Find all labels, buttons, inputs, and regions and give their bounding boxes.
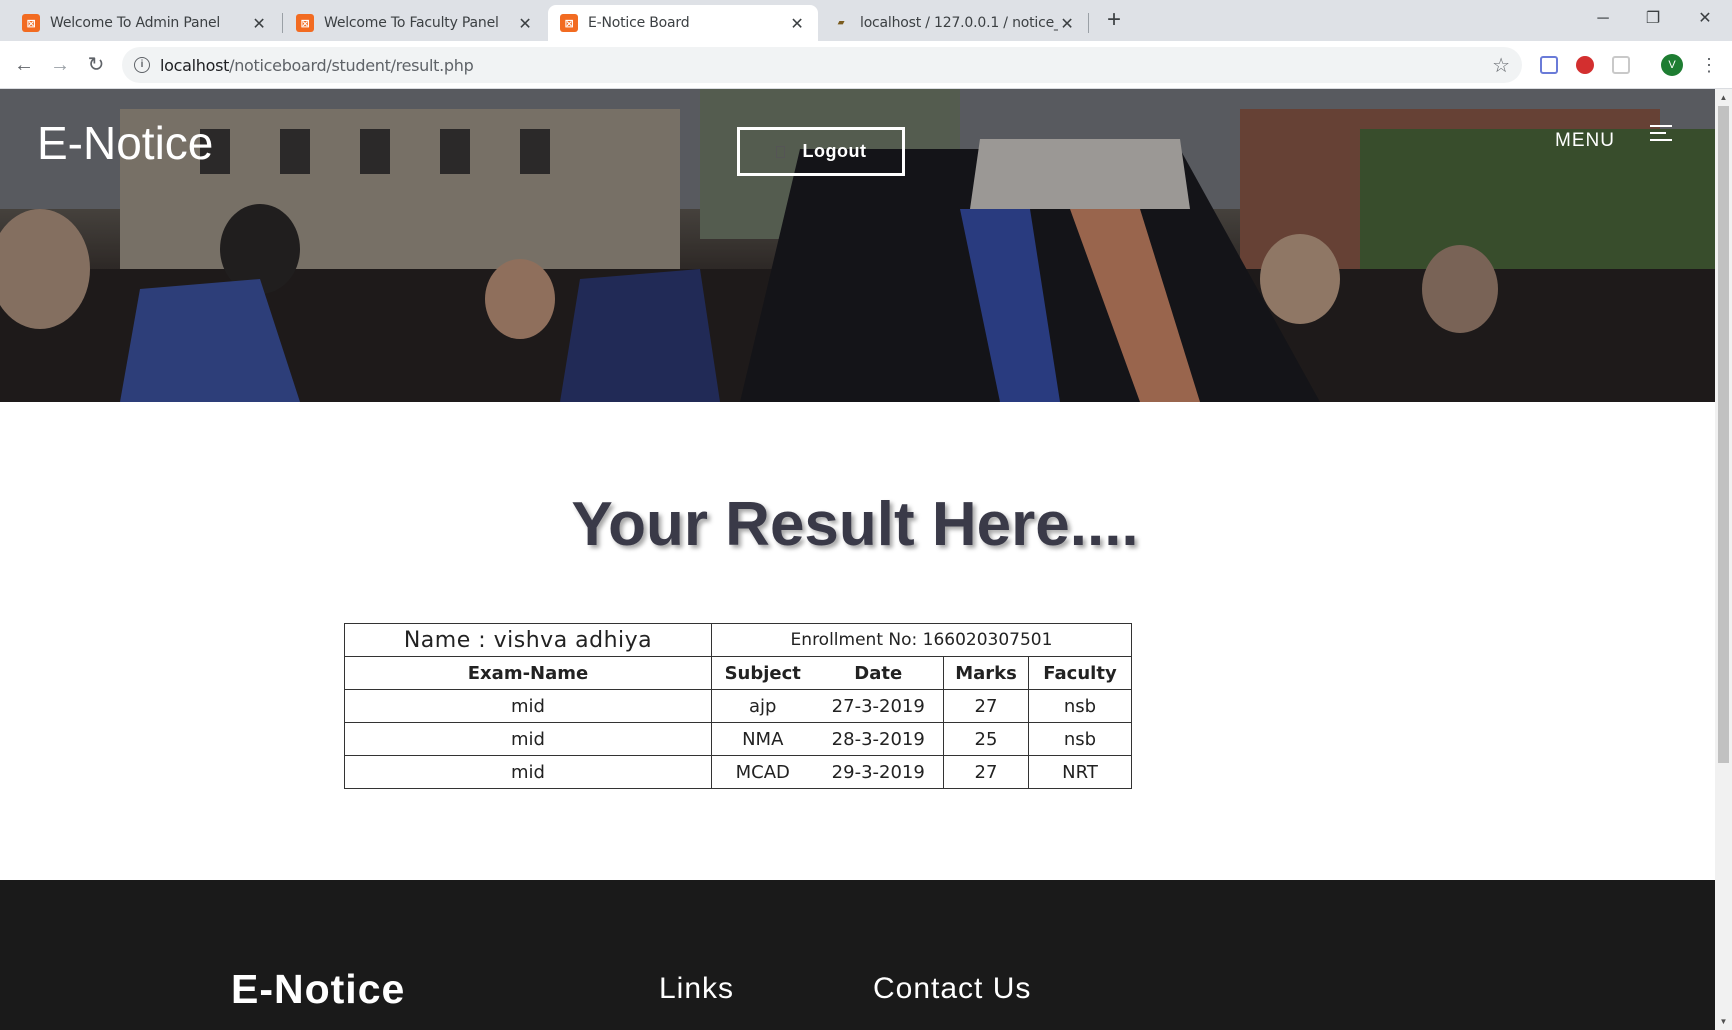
- table-row: mid NMA 28-3-2019 25 nsb: [344, 722, 1132, 756]
- tab-title: Welcome To Admin Panel: [50, 15, 221, 31]
- table-header-row: Exam-Name Subject Date Marks Faculty: [344, 656, 1132, 690]
- back-arrow-icon[interactable]: ←: [8, 49, 40, 81]
- column-header: Date: [813, 656, 944, 690]
- tab-e-notice-board[interactable]: ⊠ E-Notice Board ✕: [548, 5, 818, 41]
- page-scrollbar[interactable]: ▲ ▼: [1715, 89, 1732, 1030]
- table-row: mid MCAD 29-3-2019 27 NRT: [344, 755, 1132, 789]
- tab-separator: [282, 13, 283, 33]
- window-close-icon[interactable]: ✕: [1680, 0, 1730, 38]
- table-cell: NMA: [711, 722, 814, 756]
- column-header: Faculty: [1028, 656, 1132, 690]
- tab-faculty-panel[interactable]: ⊠ Welcome To Faculty Panel ✕: [284, 5, 546, 41]
- tab-admin-panel[interactable]: ⊠ Welcome To Admin Panel ✕: [10, 5, 280, 41]
- url-bar[interactable]: i localhost/noticeboard/student/result.p…: [122, 47, 1522, 83]
- extension-icon[interactable]: [1540, 56, 1558, 74]
- table-cell: 27: [943, 755, 1029, 789]
- table-cell: mid: [344, 755, 712, 789]
- info-icon[interactable]: i: [134, 57, 150, 73]
- minimize-icon[interactable]: ─: [1578, 0, 1628, 38]
- enrollment-cell: Enrollment No: 166020307501: [711, 623, 1132, 657]
- tab-phpmyadmin[interactable]: ▰ localhost / 127.0.0.1 / notice_boa ✕: [820, 5, 1088, 41]
- logout-label: Logout: [802, 141, 867, 161]
- table-cell: nsb: [1028, 722, 1132, 756]
- student-info-row: Name : vishva adhiya Enrollment No: 1660…: [344, 623, 1132, 657]
- footer-contact-heading: Contact Us: [873, 972, 1032, 1005]
- table-cell: mid: [344, 722, 712, 756]
- close-icon[interactable]: ✕: [1058, 14, 1076, 33]
- xampp-icon: ⊠: [22, 14, 40, 32]
- browser-tab-strip: ⊠ Welcome To Admin Panel ✕ ⊠ Welcome To …: [0, 0, 1732, 41]
- extension-icon[interactable]: [1612, 56, 1630, 74]
- table-cell: 25: [943, 722, 1029, 756]
- tab-title: E-Notice Board: [588, 15, 690, 31]
- reload-icon[interactable]: ↻: [80, 49, 112, 81]
- table-cell: 27: [943, 689, 1029, 723]
- new-tab-button[interactable]: +: [1100, 7, 1128, 35]
- table-cell: ajp: [711, 689, 814, 723]
- table-cell: mid: [344, 689, 712, 723]
- footer-links-heading: Links: [659, 972, 735, 1005]
- footer-logo[interactable]: E-Notice: [231, 966, 405, 1013]
- menu-toggle-label[interactable]: MENU: [1555, 130, 1615, 152]
- logout-icon: [775, 145, 785, 158]
- address-toolbar: ← → ↻ i localhost/noticeboard/student/re…: [0, 41, 1732, 89]
- url-path: /noticeboard/student/result.php: [229, 55, 474, 75]
- site-logo[interactable]: E-Notice: [37, 116, 213, 170]
- tab-title: Welcome To Faculty Panel: [324, 15, 499, 31]
- page-title: Your Result Here....: [571, 490, 1139, 559]
- xampp-icon: ⊠: [296, 14, 314, 32]
- browser-menu-icon[interactable]: ⋮: [1700, 50, 1718, 80]
- student-name-cell: Name : vishva adhiya: [344, 623, 712, 657]
- page-viewport: E-Notice Logout MENU Your Result Here...…: [0, 89, 1715, 1030]
- table-cell: NRT: [1028, 755, 1132, 789]
- bookmark-star-icon[interactable]: ☆: [1492, 53, 1510, 78]
- tab-separator: [1088, 13, 1089, 33]
- url-text: localhost/noticeboard/student/result.php: [160, 55, 474, 75]
- url-host: localhost: [160, 55, 230, 75]
- logout-button[interactable]: Logout: [737, 127, 905, 176]
- tab-title: localhost / 127.0.0.1 / notice_boa: [860, 15, 1058, 31]
- result-table: Name : vishva adhiya Enrollment No: 1660…: [344, 623, 1132, 789]
- hero-banner: E-Notice Logout MENU: [0, 89, 1715, 402]
- table-cell: 29-3-2019: [813, 755, 944, 789]
- scroll-up-icon[interactable]: ▲: [1715, 89, 1732, 106]
- hamburger-menu-icon[interactable]: [1650, 125, 1672, 146]
- table-row: mid ajp 27-3-2019 27 nsb: [344, 689, 1132, 723]
- table-cell: 28-3-2019: [813, 722, 944, 756]
- scroll-down-icon[interactable]: ▼: [1715, 1013, 1732, 1030]
- close-icon[interactable]: ✕: [788, 14, 806, 33]
- scrollbar-thumb[interactable]: [1718, 106, 1729, 763]
- forward-arrow-icon[interactable]: →: [44, 49, 76, 81]
- close-icon[interactable]: ✕: [516, 14, 534, 33]
- column-header: Subject: [711, 656, 814, 690]
- table-cell: 27-3-2019: [813, 689, 944, 723]
- phpmyadmin-icon: ▰: [837, 18, 845, 28]
- table-cell: MCAD: [711, 755, 814, 789]
- profile-avatar[interactable]: V: [1661, 54, 1683, 76]
- column-header: Exam-Name: [344, 656, 712, 690]
- table-cell: nsb: [1028, 689, 1132, 723]
- xampp-icon: ⊠: [560, 14, 578, 32]
- site-footer: E-Notice Links Contact Us: [0, 880, 1715, 1030]
- extension-icon[interactable]: [1576, 56, 1594, 74]
- close-icon[interactable]: ✕: [250, 14, 268, 33]
- restore-icon[interactable]: ❐: [1628, 0, 1678, 38]
- column-header: Marks: [943, 656, 1029, 690]
